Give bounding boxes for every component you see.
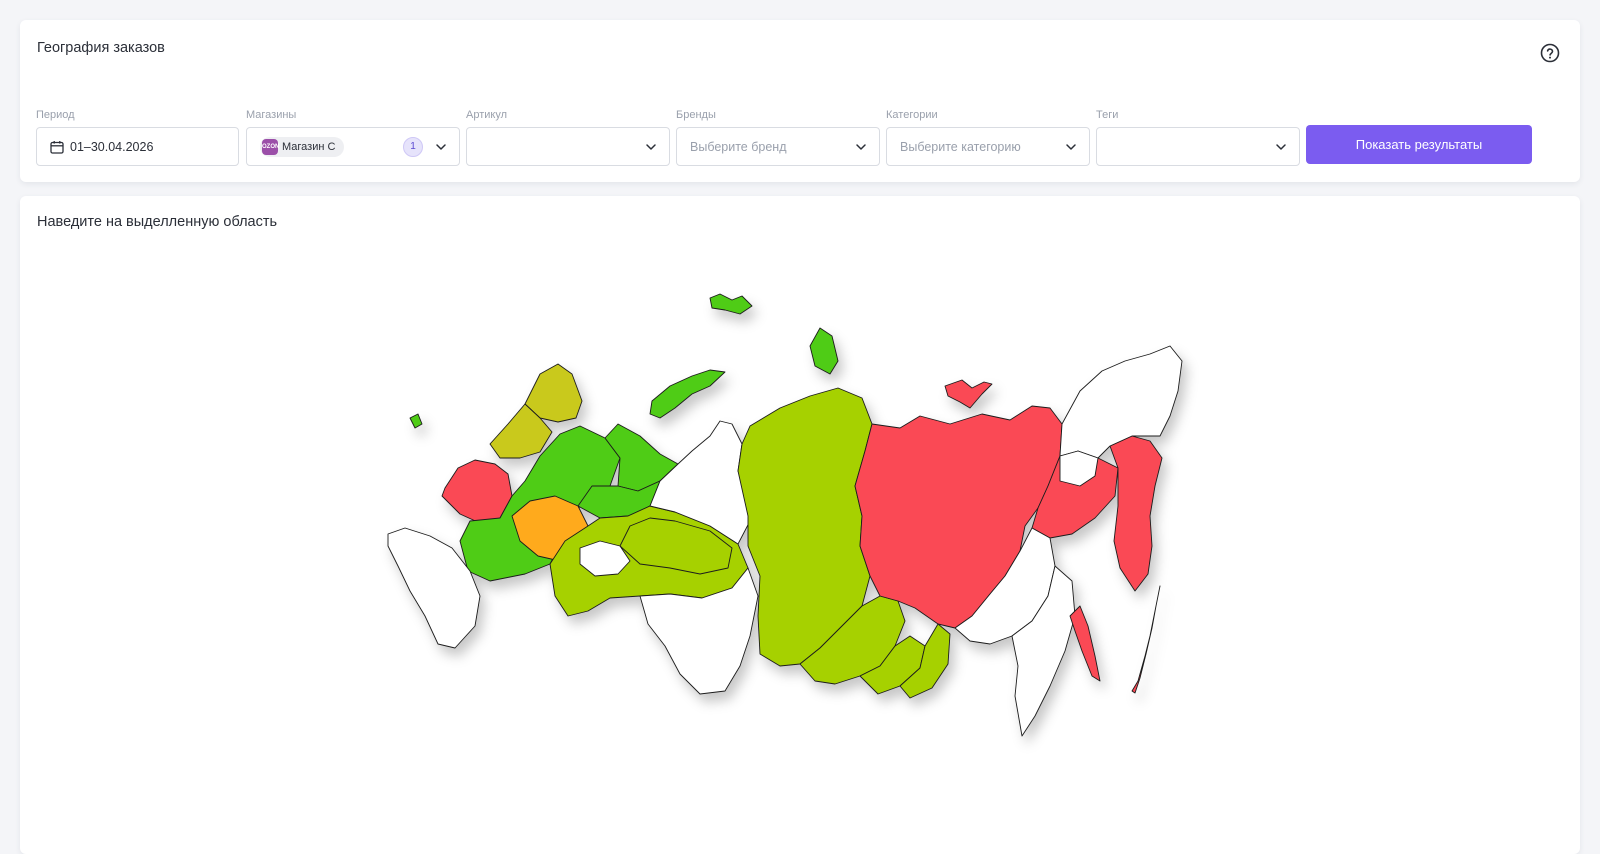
chevron-down-icon (436, 144, 446, 150)
period-value: 01–30.04.2026 (70, 139, 154, 154)
article-label: Артикул (466, 109, 508, 121)
shop-chip[interactable]: OZON Магазин С (260, 136, 345, 157)
article-filter: Артикул (466, 108, 670, 166)
brands-select[interactable]: Выберите бренд (676, 127, 880, 166)
shops-select[interactable]: OZON Магазин С 1 (246, 127, 460, 166)
brands-placeholder: Выберите бренд (690, 139, 787, 154)
chevron-down-icon (1066, 144, 1076, 150)
show-results-button[interactable]: Показать результаты (1306, 125, 1532, 164)
ozon-logo-icon: OZON (262, 138, 279, 155)
tags-label: Теги (1096, 109, 1119, 121)
period-date-picker[interactable]: 01–30.04.2026 (36, 127, 239, 166)
region-chukotka[interactable] (1059, 345, 1183, 459)
tags-filter: Теги (1096, 108, 1300, 166)
region-kamchatka[interactable] (1109, 435, 1163, 592)
tags-select[interactable] (1096, 127, 1300, 166)
region-kaliningrad[interactable] (409, 413, 423, 429)
article-select[interactable] (466, 127, 670, 166)
region-sakhalin[interactable] (1069, 605, 1101, 682)
shops-filter: Магазины OZON Магазин С 1 (246, 108, 460, 166)
region-severnaya-zemlya[interactable] (809, 327, 839, 375)
selected-count-badge: 1 (403, 137, 423, 157)
categories-label: Категории (886, 109, 938, 121)
chevron-down-icon (1276, 144, 1286, 150)
categories-filter: Категории Выберите категорию (886, 108, 1090, 166)
shops-label: Магазины (246, 109, 297, 121)
shop-chip-label: Магазин С (282, 140, 336, 153)
brands-label: Бренды (676, 109, 716, 121)
russia-map (387, 293, 1183, 737)
region-kuril-islands[interactable] (1131, 585, 1161, 694)
period-label: Период (36, 109, 75, 121)
region-novaya-zemlya[interactable] (649, 369, 726, 419)
map-card: Наведите на выделленную область (20, 196, 1580, 854)
period-filter: Период 01–30.04.2026 (36, 108, 239, 166)
chevron-down-icon (856, 144, 866, 150)
categories-placeholder: Выберите категорию (900, 139, 1021, 154)
map-regions (387, 293, 1183, 737)
filters-card: География заказов Период 01–30.04.2026 М… (20, 20, 1580, 182)
calendar-icon (50, 140, 64, 154)
categories-select[interactable]: Выберите категорию (886, 127, 1090, 166)
chevron-down-icon (646, 144, 656, 150)
region-new-siberian-islands[interactable] (944, 379, 993, 409)
page-title: География заказов (37, 40, 165, 56)
brands-filter: Бренды Выберите бренд (676, 108, 880, 166)
region-franz-josef-land[interactable] (709, 293, 753, 315)
help-icon[interactable] (1540, 43, 1560, 63)
